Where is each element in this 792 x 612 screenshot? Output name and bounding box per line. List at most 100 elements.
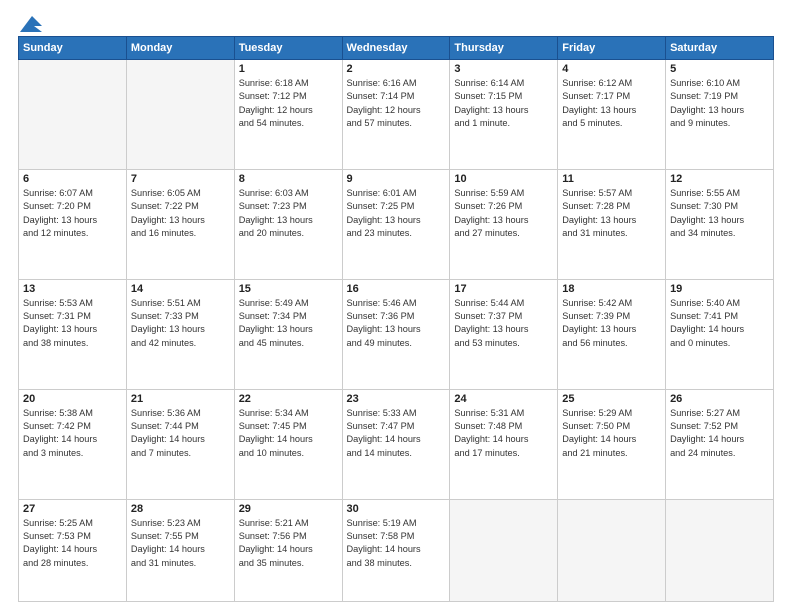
day-number: 10 [454,173,553,185]
calendar-cell: 25 Sunrise: 5:29 AM Sunset: 7:50 PM Dayli… [558,389,666,499]
day-number: 18 [562,283,661,295]
calendar-cell: 6 Sunrise: 6:07 AM Sunset: 7:20 PM Daylig… [19,169,127,279]
day-number: 8 [239,173,338,185]
calendar-cell [126,60,234,170]
calendar-cell: 5 Sunrise: 6:10 AM Sunset: 7:19 PM Daylig… [666,60,774,170]
day-info: Sunrise: 5:25 AM Sunset: 7:53 PM Dayligh… [23,517,122,570]
day-number: 25 [562,393,661,405]
day-number: 9 [347,173,446,185]
day-info: Sunrise: 5:42 AM Sunset: 7:39 PM Dayligh… [562,297,661,350]
day-info: Sunrise: 5:46 AM Sunset: 7:36 PM Dayligh… [347,297,446,350]
day-number: 27 [23,503,122,515]
day-info: Sunrise: 6:10 AM Sunset: 7:19 PM Dayligh… [670,77,769,130]
day-number: 5 [670,63,769,75]
calendar-cell: 29 Sunrise: 5:21 AM Sunset: 7:56 PM Dayli… [234,499,342,601]
page: SundayMondayTuesdayWednesdayThursdayFrid… [0,0,792,612]
day-number: 11 [562,173,661,185]
day-info: Sunrise: 5:51 AM Sunset: 7:33 PM Dayligh… [131,297,230,350]
calendar-cell: 14 Sunrise: 5:51 AM Sunset: 7:33 PM Dayli… [126,279,234,389]
day-info: Sunrise: 5:53 AM Sunset: 7:31 PM Dayligh… [23,297,122,350]
calendar-week-row: 27 Sunrise: 5:25 AM Sunset: 7:53 PM Dayli… [19,499,774,601]
day-info: Sunrise: 5:21 AM Sunset: 7:56 PM Dayligh… [239,517,338,570]
day-number: 12 [670,173,769,185]
calendar-cell: 4 Sunrise: 6:12 AM Sunset: 7:17 PM Daylig… [558,60,666,170]
day-number: 19 [670,283,769,295]
calendar-cell: 9 Sunrise: 6:01 AM Sunset: 7:25 PM Daylig… [342,169,450,279]
calendar-cell: 24 Sunrise: 5:31 AM Sunset: 7:48 PM Dayli… [450,389,558,499]
day-header-saturday: Saturday [666,37,774,60]
day-number: 3 [454,63,553,75]
day-number: 22 [239,393,338,405]
calendar-week-row: 6 Sunrise: 6:07 AM Sunset: 7:20 PM Daylig… [19,169,774,279]
day-number: 6 [23,173,122,185]
calendar-cell: 18 Sunrise: 5:42 AM Sunset: 7:39 PM Dayli… [558,279,666,389]
day-header-wednesday: Wednesday [342,37,450,60]
calendar-table: SundayMondayTuesdayWednesdayThursdayFrid… [18,36,774,602]
calendar-week-row: 20 Sunrise: 5:38 AM Sunset: 7:42 PM Dayli… [19,389,774,499]
day-info: Sunrise: 5:40 AM Sunset: 7:41 PM Dayligh… [670,297,769,350]
day-number: 21 [131,393,230,405]
day-info: Sunrise: 5:23 AM Sunset: 7:55 PM Dayligh… [131,517,230,570]
day-info: Sunrise: 5:49 AM Sunset: 7:34 PM Dayligh… [239,297,338,350]
calendar-cell: 22 Sunrise: 5:34 AM Sunset: 7:45 PM Dayli… [234,389,342,499]
day-info: Sunrise: 5:29 AM Sunset: 7:50 PM Dayligh… [562,407,661,460]
calendar-cell: 3Sunrise: 6:14 AM Sunset: 7:15 PM Daylig… [450,60,558,170]
day-info: Sunrise: 5:38 AM Sunset: 7:42 PM Dayligh… [23,407,122,460]
day-info: Sunrise: 6:16 AM Sunset: 7:14 PM Dayligh… [347,77,446,130]
calendar-cell: 16Sunrise: 5:46 AM Sunset: 7:36 PM Dayli… [342,279,450,389]
day-number: 26 [670,393,769,405]
day-header-monday: Monday [126,37,234,60]
calendar-cell: 12 Sunrise: 5:55 AM Sunset: 7:30 PM Dayli… [666,169,774,279]
calendar-cell: 1Sunrise: 6:18 AM Sunset: 7:12 PM Daylig… [234,60,342,170]
day-info: Sunrise: 6:05 AM Sunset: 7:22 PM Dayligh… [131,187,230,240]
day-info: Sunrise: 6:12 AM Sunset: 7:17 PM Dayligh… [562,77,661,130]
calendar-cell: 27 Sunrise: 5:25 AM Sunset: 7:53 PM Dayli… [19,499,127,601]
calendar-cell: 2Sunrise: 6:16 AM Sunset: 7:14 PM Daylig… [342,60,450,170]
calendar-cell: 30 Sunrise: 5:19 AM Sunset: 7:58 PM Dayli… [342,499,450,601]
day-header-thursday: Thursday [450,37,558,60]
calendar-cell: 13Sunrise: 5:53 AM Sunset: 7:31 PM Dayli… [19,279,127,389]
calendar-week-row: 1Sunrise: 6:18 AM Sunset: 7:12 PM Daylig… [19,60,774,170]
day-info: Sunrise: 5:27 AM Sunset: 7:52 PM Dayligh… [670,407,769,460]
day-number: 20 [23,393,122,405]
day-info: Sunrise: 5:57 AM Sunset: 7:28 PM Dayligh… [562,187,661,240]
header [18,18,774,28]
day-number: 4 [562,63,661,75]
day-number: 23 [347,393,446,405]
calendar-cell: 11 Sunrise: 5:57 AM Sunset: 7:28 PM Dayli… [558,169,666,279]
day-info: Sunrise: 5:34 AM Sunset: 7:45 PM Dayligh… [239,407,338,460]
logo-icon [20,16,42,32]
day-header-sunday: Sunday [19,37,127,60]
day-info: Sunrise: 5:31 AM Sunset: 7:48 PM Dayligh… [454,407,553,460]
calendar-cell: 21 Sunrise: 5:36 AM Sunset: 7:44 PM Dayli… [126,389,234,499]
day-info: Sunrise: 6:07 AM Sunset: 7:20 PM Dayligh… [23,187,122,240]
day-number: 29 [239,503,338,515]
calendar-cell [666,499,774,601]
day-info: Sunrise: 6:18 AM Sunset: 7:12 PM Dayligh… [239,77,338,130]
calendar-cell: 20 Sunrise: 5:38 AM Sunset: 7:42 PM Dayli… [19,389,127,499]
calendar-week-row: 13Sunrise: 5:53 AM Sunset: 7:31 PM Dayli… [19,279,774,389]
day-info: Sunrise: 5:55 AM Sunset: 7:30 PM Dayligh… [670,187,769,240]
calendar-cell: 15Sunrise: 5:49 AM Sunset: 7:34 PM Dayli… [234,279,342,389]
calendar-cell [450,499,558,601]
day-info: Sunrise: 5:19 AM Sunset: 7:58 PM Dayligh… [347,517,446,570]
day-info: Sunrise: 6:01 AM Sunset: 7:25 PM Dayligh… [347,187,446,240]
calendar-cell: 26 Sunrise: 5:27 AM Sunset: 7:52 PM Dayli… [666,389,774,499]
calendar-cell: 7 Sunrise: 6:05 AM Sunset: 7:22 PM Daylig… [126,169,234,279]
day-info: Sunrise: 5:36 AM Sunset: 7:44 PM Dayligh… [131,407,230,460]
calendar-cell: 8 Sunrise: 6:03 AM Sunset: 7:23 PM Daylig… [234,169,342,279]
day-number: 14 [131,283,230,295]
calendar-cell: 17Sunrise: 5:44 AM Sunset: 7:37 PM Dayli… [450,279,558,389]
day-number: 28 [131,503,230,515]
day-number: 24 [454,393,553,405]
day-header-tuesday: Tuesday [234,37,342,60]
calendar-cell: 28 Sunrise: 5:23 AM Sunset: 7:55 PM Dayli… [126,499,234,601]
day-info: Sunrise: 5:44 AM Sunset: 7:37 PM Dayligh… [454,297,553,350]
logo [18,18,42,28]
day-number: 30 [347,503,446,515]
day-number: 7 [131,173,230,185]
calendar-cell: 19 Sunrise: 5:40 AM Sunset: 7:41 PM Dayli… [666,279,774,389]
day-info: Sunrise: 5:33 AM Sunset: 7:47 PM Dayligh… [347,407,446,460]
day-info: Sunrise: 6:03 AM Sunset: 7:23 PM Dayligh… [239,187,338,240]
day-info: Sunrise: 5:59 AM Sunset: 7:26 PM Dayligh… [454,187,553,240]
